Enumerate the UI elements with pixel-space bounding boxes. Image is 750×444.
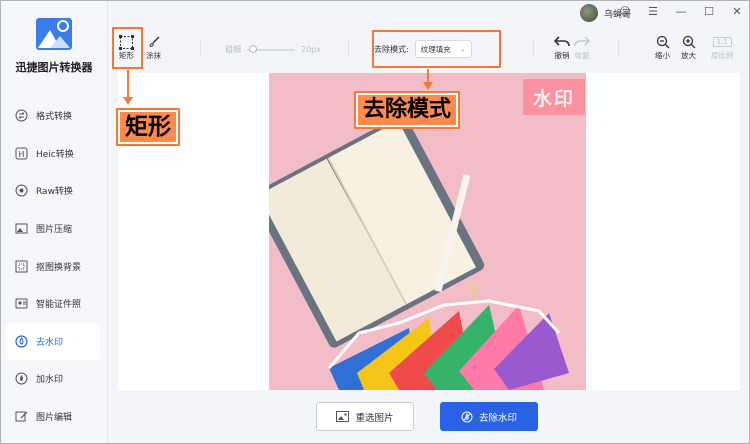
id-photo-icon bbox=[14, 297, 28, 311]
zoom-out-label: 缩小 bbox=[655, 51, 670, 60]
mode-highlight bbox=[372, 30, 501, 68]
image-icon bbox=[336, 411, 350, 422]
redo-icon bbox=[574, 34, 590, 50]
minimize-icon[interactable]: — bbox=[674, 5, 688, 18]
sidebar-item-compress[interactable]: 图片压缩 bbox=[0, 210, 108, 248]
menu-icon[interactable]: ☰ bbox=[646, 5, 660, 18]
sidebar-item-label: 去水印 bbox=[36, 337, 64, 348]
avatar[interactable] bbox=[580, 4, 598, 22]
sidebar-item-label: 图片压缩 bbox=[36, 225, 73, 236]
remove-watermark-icon bbox=[14, 334, 28, 348]
sidebar-item-remove-watermark[interactable]: 去水印 bbox=[6, 322, 100, 361]
zoom-out-button[interactable]: 缩小 bbox=[655, 34, 670, 61]
zoom-in-button[interactable]: 放大 bbox=[681, 34, 696, 61]
edit-icon bbox=[14, 410, 28, 424]
remove-label: 去除水印 bbox=[478, 412, 517, 424]
app-logo-icon bbox=[34, 16, 74, 52]
reselect-label: 重选图片 bbox=[355, 412, 394, 424]
action-bar: 重选图片 去除水印 bbox=[108, 390, 750, 444]
sidebar: 迅捷图片转换器 格式转换 H Heic转换 Raw转换 图片压缩 抠图换背景 智… bbox=[0, 0, 108, 444]
remove-watermark-btn-icon bbox=[461, 411, 473, 423]
sidebar-item-raw-convert[interactable]: Raw转换 bbox=[0, 172, 108, 210]
redo-button[interactable]: 恢复 bbox=[574, 34, 590, 61]
sidebar-item-heic-convert[interactable]: H Heic转换 bbox=[0, 135, 108, 173]
sidebar-item-cutout-bg[interactable]: 抠图换背景 bbox=[0, 247, 108, 285]
sidebar-item-label: 图片编辑 bbox=[36, 413, 73, 424]
toolbar-divider bbox=[618, 40, 619, 56]
zoom-out-icon bbox=[655, 34, 670, 50]
sidebar-item-label: Heic转换 bbox=[36, 149, 74, 160]
slider-knob[interactable] bbox=[249, 44, 257, 53]
compress-icon bbox=[14, 222, 28, 236]
zoom-in-icon bbox=[681, 34, 696, 50]
callout-arrow-head bbox=[423, 82, 433, 90]
sidebar-item-label: 抠图换背景 bbox=[36, 262, 82, 273]
feedback-icon[interactable]: ☺ bbox=[618, 5, 632, 18]
remove-watermark-button[interactable]: 去除水印 bbox=[440, 402, 538, 431]
thickness-value: 20px bbox=[301, 45, 321, 54]
sidebar-item-label: 智能证件照 bbox=[36, 300, 82, 311]
redo-label: 恢复 bbox=[574, 51, 590, 60]
sidebar-item-edit[interactable]: 图片编辑 bbox=[0, 398, 108, 436]
maximize-icon[interactable]: ☐ bbox=[702, 5, 716, 18]
rect-callout-label: 矩形 bbox=[116, 108, 180, 146]
toolbar-divider bbox=[348, 40, 349, 56]
app-title: 迅捷图片转换器 bbox=[15, 61, 93, 74]
sidebar-item-id-photo[interactable]: 智能证件照 bbox=[0, 285, 108, 323]
title-bar: 乌蝇哥 ☺ ☰ — ☐ ✕ bbox=[108, 0, 750, 28]
window-controls: ☺ ☰ — ☐ ✕ bbox=[618, 5, 744, 18]
reselect-image-button[interactable]: 重选图片 bbox=[316, 402, 414, 431]
raw-icon bbox=[14, 184, 28, 198]
sidebar-nav: 格式转换 H Heic转换 Raw转换 图片压缩 抠图换背景 智能证件照 去水印 bbox=[0, 97, 108, 435]
sidebar-item-label: Raw转换 bbox=[36, 187, 73, 198]
sidebar-item-label: 格式转换 bbox=[36, 112, 73, 123]
sidebar-item-format-convert[interactable]: 格式转换 bbox=[0, 97, 108, 135]
heic-icon: H bbox=[14, 146, 28, 160]
zoom-in-label: 放大 bbox=[681, 51, 696, 60]
callout-arrow bbox=[427, 69, 429, 83]
thickness-slider[interactable] bbox=[247, 44, 295, 53]
rect-tool-highlight bbox=[112, 27, 143, 69]
brush-tool-label: 涂抹 bbox=[146, 51, 161, 60]
undo-label: 撤销 bbox=[554, 51, 570, 60]
add-watermark-icon bbox=[14, 372, 28, 386]
thickness-label: 粗细 bbox=[225, 45, 241, 54]
sidebar-item-add-watermark[interactable]: 加水印 bbox=[0, 360, 108, 398]
brush-tool-button[interactable]: 涂抹 bbox=[146, 34, 161, 61]
watermark-overlay: 水印 bbox=[523, 79, 585, 115]
original-ratio-button[interactable]: 1:1 原比例 bbox=[711, 34, 734, 61]
cutout-icon bbox=[14, 259, 28, 273]
toolbar-divider bbox=[533, 40, 534, 56]
undo-button[interactable]: 撤销 bbox=[554, 34, 570, 61]
close-icon[interactable]: ✕ bbox=[730, 5, 744, 18]
sidebar-item-label: 加水印 bbox=[36, 375, 64, 386]
ratio-badge: 1:1 bbox=[712, 37, 732, 47]
svg-text:H: H bbox=[18, 150, 24, 159]
callout-arrow-head bbox=[123, 97, 133, 105]
brush-icon bbox=[146, 34, 161, 50]
callout-arrow bbox=[127, 70, 129, 98]
undo-icon bbox=[554, 34, 570, 50]
original-ratio-label: 原比例 bbox=[711, 51, 734, 60]
toolbar-divider bbox=[200, 40, 201, 56]
mode-callout-label: 去除模式 bbox=[353, 91, 461, 129]
thickness-control: 粗细 20px bbox=[225, 44, 321, 55]
swap-icon bbox=[14, 109, 28, 123]
